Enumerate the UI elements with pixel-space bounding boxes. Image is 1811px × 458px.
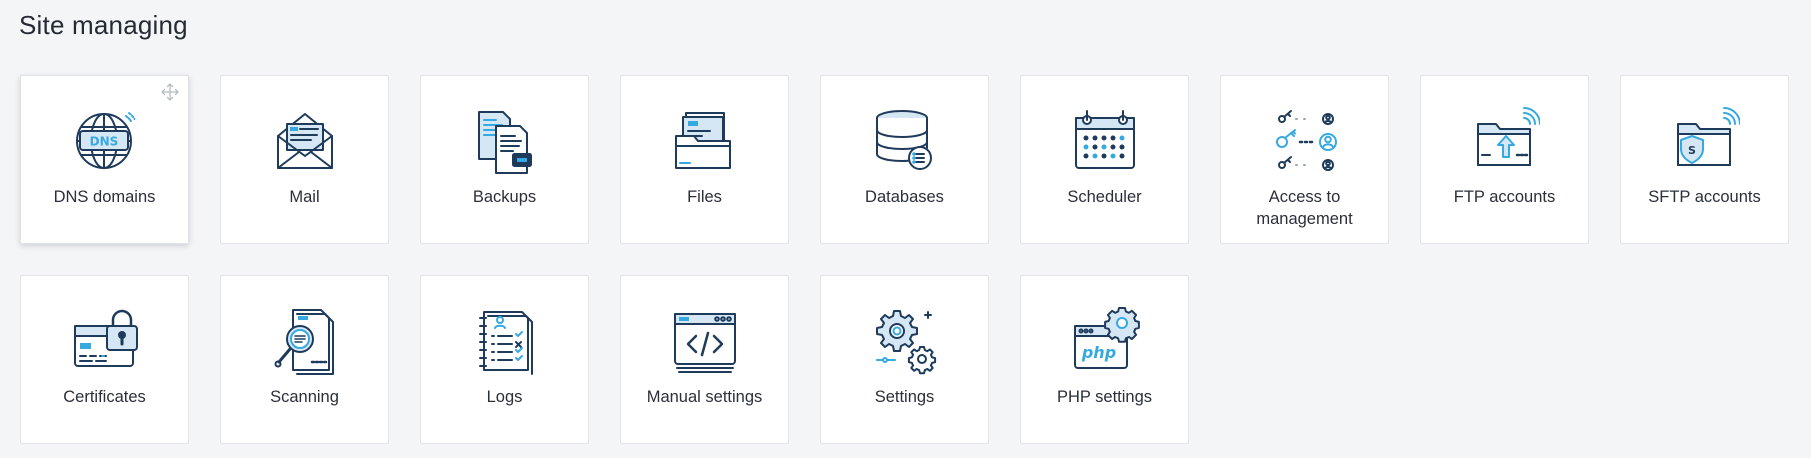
access-keys-users-icon: [1270, 106, 1340, 176]
site-managing-page: Site managing DNS DNS domains Mail Backu…: [0, 0, 1811, 458]
tile-label: DNS domains: [53, 188, 156, 206]
tile-label: Certificates: [63, 388, 146, 406]
tile-label: Backups: [472, 188, 537, 206]
tile-label: Logs: [486, 388, 523, 406]
calendar-icon: [1070, 106, 1140, 176]
ftp-folder-upload-icon: [1470, 106, 1540, 176]
tile-files[interactable]: Files: [620, 75, 789, 244]
tile-sftp-accounts[interactable]: S SFTP accounts: [1620, 75, 1789, 244]
tile-scheduler[interactable]: Scheduler: [1020, 75, 1189, 244]
tile-mail[interactable]: Mail: [220, 75, 389, 244]
php-window-gear-icon: php: [1070, 306, 1140, 376]
tile-label: Files: [687, 188, 722, 206]
tile-certificates[interactable]: Certificates: [20, 275, 189, 444]
tile-ftp-accounts[interactable]: FTP accounts: [1420, 75, 1589, 244]
tile-access-to-management[interactable]: Access to management: [1220, 75, 1389, 244]
sftp-icon-text: S: [1688, 144, 1696, 157]
drag-handle-icon[interactable]: [160, 82, 180, 102]
gears-icon: [870, 306, 940, 376]
tile-label: Databases: [865, 188, 944, 206]
files-folder-icon: [670, 106, 740, 176]
tile-databases[interactable]: Databases: [820, 75, 989, 244]
dns-globe-icon: DNS: [70, 106, 140, 176]
scanning-magnifier-icon: [270, 306, 340, 376]
sftp-folder-shield-icon: S: [1670, 106, 1740, 176]
dns-icon-text: DNS: [89, 135, 118, 149]
tile-label: FTP accounts: [1453, 188, 1556, 206]
tile-label: Access to management: [1256, 188, 1353, 228]
logs-notebook-icon: [470, 306, 540, 376]
tile-label: Manual settings: [646, 388, 763, 406]
tile-settings[interactable]: Settings: [820, 275, 989, 444]
tile-logs[interactable]: Logs: [420, 275, 589, 444]
code-window-icon: [670, 306, 740, 376]
tile-label: Settings: [874, 388, 935, 406]
tile-backups[interactable]: Backups: [420, 75, 589, 244]
tile-grid: DNS DNS domains Mail Backups Files Datab…: [20, 75, 1789, 444]
tile-php-settings[interactable]: php PHP settings: [1020, 275, 1189, 444]
tile-scanning[interactable]: Scanning: [220, 275, 389, 444]
page-title: Site managing: [19, 10, 188, 40]
tile-dns-domains[interactable]: DNS DNS domains: [20, 75, 189, 244]
certificate-lock-icon: [70, 306, 140, 376]
mail-envelope-icon: [270, 106, 340, 176]
tile-label: Mail: [289, 188, 320, 206]
database-icon: [870, 106, 940, 176]
php-icon-text: php: [1080, 343, 1115, 362]
tile-manual-settings[interactable]: Manual settings: [620, 275, 789, 444]
backups-documents-icon: [470, 106, 540, 176]
tile-label: Scheduler: [1067, 188, 1142, 206]
tile-label: PHP settings: [1056, 388, 1153, 406]
tile-label: Scanning: [270, 388, 339, 406]
tile-label: SFTP accounts: [1648, 188, 1761, 206]
